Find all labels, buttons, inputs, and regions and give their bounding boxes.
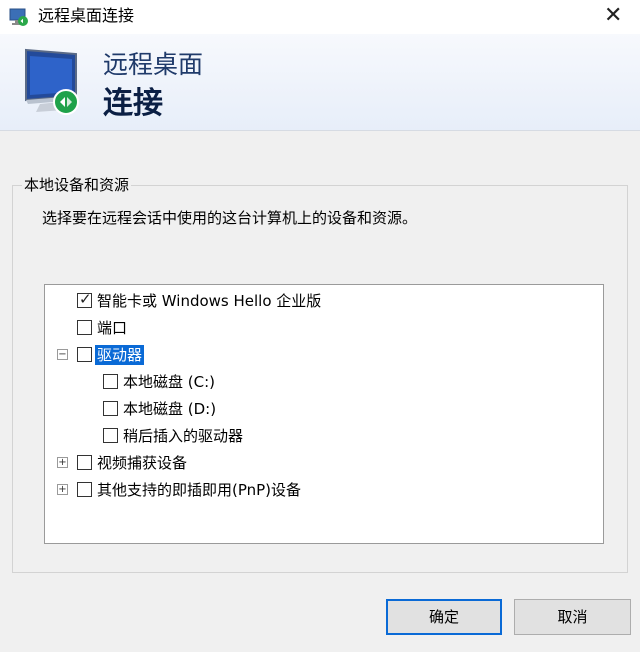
header-banner: 远程桌面 连接 <box>0 34 640 131</box>
tree-item-later-drives[interactable]: 稍后插入的驱动器 <box>103 426 323 448</box>
checkbox-ports[interactable] <box>77 320 92 335</box>
tree-item-label: 其他支持的即插即用(PnP)设备 <box>97 481 302 499</box>
tree-item-ports[interactable]: 端口 <box>77 318 277 340</box>
tree-item-smartcard[interactable]: ✓ 智能卡或 Windows Hello 企业版 <box>77 290 577 313</box>
tree-item-video-capture[interactable]: + 视频捕获设备 <box>57 453 297 475</box>
ok-button[interactable]: 确定 <box>386 599 502 635</box>
tree-item-pnp[interactable]: + 其他支持的即插即用(PnP)设备 <box>57 480 377 502</box>
tree-item-label: 视频捕获设备 <box>97 454 188 472</box>
checkbox-smartcard[interactable]: ✓ <box>77 290 92 308</box>
tree-item-drive-d[interactable]: 本地磁盘 (D:) <box>103 399 303 421</box>
tree-item-label: 本地磁盘 (C:) <box>123 373 215 391</box>
cancel-button[interactable]: 取消 <box>514 599 631 635</box>
banner-title-line1: 远程桌面 <box>103 50 204 79</box>
banner-title-line2: 连接 <box>103 86 163 121</box>
group-title: 本地设备和资源 <box>22 175 132 195</box>
group-description: 选择要在远程会话中使用的这台计算机上的设备和资源。 <box>42 209 418 227</box>
checkbox-video-capture[interactable] <box>77 455 92 470</box>
checkbox-drive-d[interactable] <box>103 401 118 416</box>
checkbox-later-drives[interactable] <box>103 428 118 443</box>
window-title: 远程桌面连接 <box>38 6 135 25</box>
tree-item-drives[interactable]: − 驱动器 <box>57 345 257 367</box>
expand-icon[interactable]: + <box>57 484 68 495</box>
tree-item-label: 智能卡或 Windows Hello 企业版 <box>97 292 322 310</box>
monitor-remote-icon <box>25 48 79 115</box>
tree-item-label: 稍后插入的驱动器 <box>123 427 244 445</box>
title-bar: 远程桌面连接 ✕ <box>0 0 640 34</box>
tree-item-drive-c[interactable]: 本地磁盘 (C:) <box>103 372 303 394</box>
expand-icon[interactable]: + <box>57 457 68 468</box>
tree-item-label: 端口 <box>97 319 128 337</box>
device-tree[interactable]: ✓ 智能卡或 Windows Hello 企业版 端口 − 驱动器 本地磁盘 (… <box>44 284 604 544</box>
close-icon[interactable]: ✕ <box>604 3 622 29</box>
checkbox-pnp[interactable] <box>77 482 92 497</box>
checkbox-drive-c[interactable] <box>103 374 118 389</box>
checkmark-icon: ✓ <box>79 290 92 308</box>
tree-item-label: 本地磁盘 (D:) <box>123 400 217 418</box>
tree-item-label: 驱动器 <box>95 345 145 365</box>
rdp-icon <box>9 8 28 26</box>
checkbox-drives[interactable] <box>77 347 92 362</box>
collapse-icon[interactable]: − <box>57 349 68 360</box>
